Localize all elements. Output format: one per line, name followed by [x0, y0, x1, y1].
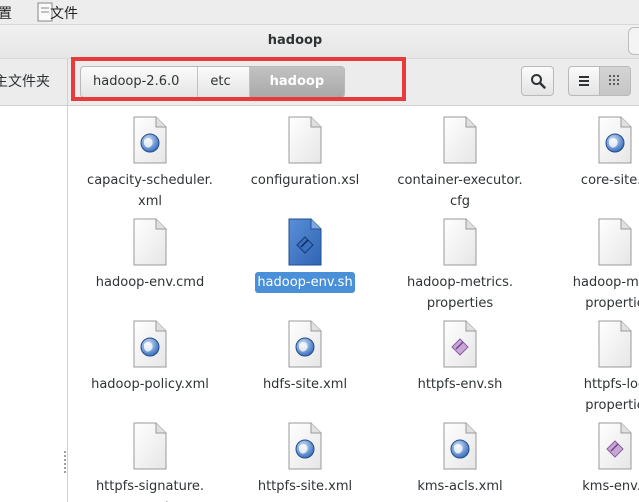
file-grid: capacity-scheduler. xml configuration.xsl… — [68, 106, 639, 502]
grid-view-button[interactable] — [599, 66, 631, 96]
grid-view-icon — [609, 75, 619, 85]
file-item[interactable]: hdfs-site.xml — [230, 320, 380, 395]
shell-script-icon — [288, 218, 322, 266]
file-item[interactable]: httpfs-log propertie — [540, 320, 639, 416]
file-name: hdfs-site.xml — [262, 377, 348, 392]
file-name: hadoop-env.sh — [255, 272, 355, 293]
search-button[interactable] — [521, 66, 554, 96]
file-name: httpfs-log propertie — [583, 377, 639, 413]
search-icon — [530, 74, 546, 89]
window-control-edge[interactable] — [628, 27, 639, 55]
shell-script-icon — [443, 320, 477, 368]
xml-file-icon — [133, 116, 167, 164]
file-item[interactable]: configuration.xsl — [230, 116, 380, 191]
text-file-icon — [598, 320, 632, 368]
window-title: hadoop — [267, 33, 323, 48]
file-item[interactable]: httpfs-signature. secret — [75, 422, 225, 502]
file-item[interactable]: httpfs-env.sh — [385, 320, 535, 395]
file-item[interactable]: hadoop-env.cmd — [75, 218, 225, 293]
file-item[interactable]: capacity-scheduler. xml — [75, 116, 225, 212]
file-name: configuration.xsl — [250, 173, 360, 188]
menu-file[interactable]: 文件 — [50, 3, 78, 23]
sidebar-divider — [67, 59, 68, 105]
text-file-icon — [443, 116, 477, 164]
file-name: container-executor. cfg — [397, 173, 523, 209]
xml-file-icon — [598, 116, 632, 164]
sidebar-item-home[interactable]: 主文件夹 — [0, 71, 50, 91]
sidebar — [0, 106, 68, 502]
file-item[interactable]: kms-acls.xml — [385, 422, 535, 497]
breadcrumb-hadoop-2-6-0[interactable]: hadoop-2.6.0 — [81, 67, 199, 97]
pane-resize-handle[interactable] — [64, 451, 66, 475]
title-bar: hadoop — [0, 25, 639, 59]
toolbar: 主文件夹 hadoop-2.6.0 etc hadoop — [0, 59, 639, 106]
file-item[interactable]: hadoop-metrics. properties — [385, 218, 535, 314]
breadcrumb-hadoop[interactable]: hadoop — [249, 67, 345, 97]
file-item[interactable]: hadoop-policy.xml — [75, 320, 225, 395]
file-name: kms-acls.xml — [417, 479, 503, 494]
file-name: core-site.x — [580, 173, 639, 188]
file-name: hadoop-env.cmd — [95, 275, 205, 290]
text-file-icon — [598, 218, 632, 266]
file-item[interactable]: container-executor. cfg — [385, 116, 535, 212]
list-view-button[interactable] — [568, 66, 600, 96]
file-item[interactable]: core-site.x — [540, 116, 639, 191]
text-file-icon — [443, 218, 477, 266]
menu-settings[interactable]: 置 — [0, 3, 12, 23]
file-name: httpfs-env.sh — [417, 377, 503, 392]
file-item[interactable]: httpfs-site.xml — [230, 422, 380, 497]
text-file-icon — [288, 116, 322, 164]
file-item[interactable]: hadoop-env.sh — [230, 218, 380, 293]
xml-file-icon — [443, 422, 477, 470]
file-item[interactable]: hadoop-metr propertie — [540, 218, 639, 314]
menu-bar: 置 文件 — [0, 0, 639, 25]
xml-file-icon — [288, 422, 322, 470]
breadcrumb-etc[interactable]: etc — [198, 67, 250, 97]
list-view-icon — [579, 76, 589, 86]
path-bar: hadoop-2.6.0 etc hadoop — [80, 66, 346, 98]
file-name: kms-env.s — [582, 479, 639, 494]
text-file-icon — [133, 422, 167, 470]
file-name: capacity-scheduler. xml — [87, 173, 213, 209]
file-name: hadoop-metr propertie — [572, 275, 639, 311]
shell-script-icon — [598, 422, 632, 470]
xml-file-icon — [288, 320, 322, 368]
file-name: hadoop-metrics. properties — [406, 275, 514, 311]
file-item[interactable]: kms-env.s — [540, 422, 639, 497]
file-name: httpfs-signature. secret — [95, 479, 205, 502]
xml-file-icon — [133, 320, 167, 368]
text-file-icon — [133, 218, 167, 266]
file-name: hadoop-policy.xml — [91, 377, 209, 392]
file-name: httpfs-site.xml — [257, 479, 353, 494]
